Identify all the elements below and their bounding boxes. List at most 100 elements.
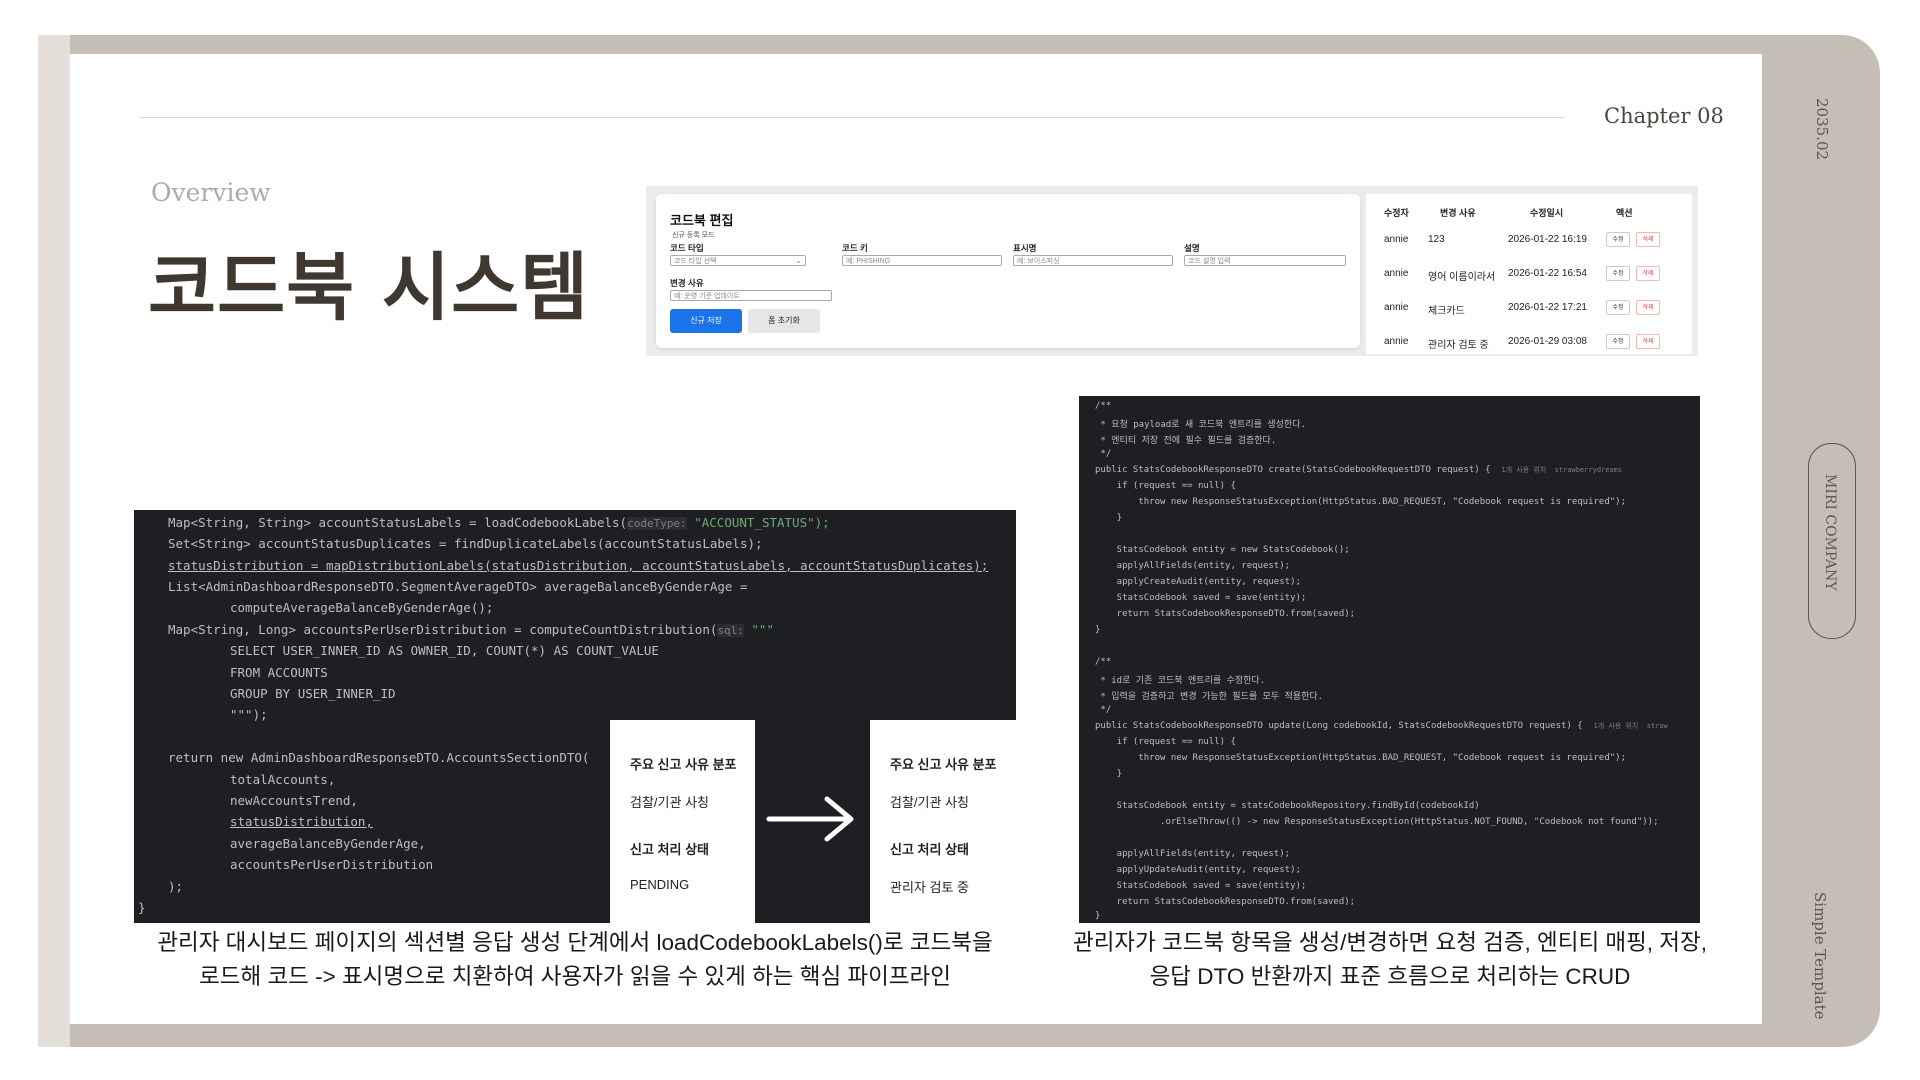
delete-button[interactable]: 삭제 xyxy=(1636,300,1660,315)
page-title: 코드북 시스템 xyxy=(148,245,590,331)
code-line: applyAllFields(entity, request); xyxy=(1095,849,1291,859)
code-line: } xyxy=(1095,769,1123,779)
code-line: StatsCodebook entity = new StatsCodebook… xyxy=(1095,545,1350,555)
code-line: public StatsCodebookResponseDTO create(S… xyxy=(1095,465,1622,475)
code-line: GROUP BY USER_INNER_ID xyxy=(230,686,396,701)
code-line: newAccountsTrend, xyxy=(230,793,358,808)
code-line: return StatsCodebookResponseDTO.from(sav… xyxy=(1095,609,1356,619)
row-reason: 관리자 검토 중 xyxy=(1428,340,1489,351)
panel-value-status: 관리자 검토 중 xyxy=(890,880,969,895)
right-caption-line-2: 응답 DTO 반환까지 표준 흐름으로 처리하는 CRUD xyxy=(1149,964,1631,989)
code-type-select[interactable]: 코드 타입 선택 ⌄ xyxy=(670,255,806,266)
code-line: Map<String, Long> accountsPerUserDistrib… xyxy=(168,622,774,637)
row-reason: 영어 이름이라서 xyxy=(1428,272,1496,283)
edit-button[interactable]: 수정 xyxy=(1606,334,1630,349)
row-date: 2026-01-22 17:21 xyxy=(1508,302,1587,313)
row-editor: annie xyxy=(1384,302,1409,313)
panel-value-reason: 검찰/기관 사칭 xyxy=(890,795,969,810)
code-type-value: 코드 타입 선택 xyxy=(674,258,717,265)
code-line: SELECT USER_INNER_ID AS OWNER_ID, COUNT(… xyxy=(230,643,659,658)
code-line: StatsCodebook entity = statsCodebookRepo… xyxy=(1095,801,1480,811)
column-header-action: 액션 xyxy=(1616,208,1633,218)
save-new-button[interactable]: 신규 저장 xyxy=(670,309,742,333)
code-line: statusDistribution = mapDistributionLabe… xyxy=(168,558,989,573)
delete-button[interactable]: 삭제 xyxy=(1636,266,1660,281)
code-line: * 엔티티 저장 전에 필수 필드를 검증한다. xyxy=(1095,436,1277,446)
code-line: """); xyxy=(230,707,268,722)
left-caption: 관리자 대시보드 페이지의 섹션별 응답 생성 단계에서 loadCodeboo… xyxy=(120,926,1030,994)
row-date: 2026-01-22 16:19 xyxy=(1508,234,1587,245)
table-row: annie 체크카드 2026-01-22 17:21 수정 삭제 xyxy=(1366,298,1692,322)
slide-frame-left-edge xyxy=(38,35,70,1047)
panel-value-status: PENDING xyxy=(630,877,690,892)
code-line: */ xyxy=(1095,449,1112,459)
field-label-code-key: 코드 키 xyxy=(842,243,868,253)
code-line: applyUpdateAudit(entity, request); xyxy=(1095,865,1301,875)
code-line: throw new ResponseStatusException(HttpSt… xyxy=(1095,753,1627,763)
arrow-right-icon xyxy=(766,796,854,842)
code-line: } xyxy=(1095,513,1123,523)
code-line: public StatsCodebookResponseDTO update(L… xyxy=(1095,721,1668,731)
code-string: """ xyxy=(751,622,774,637)
reset-form-button[interactable]: 폼 초기화 xyxy=(748,309,820,333)
code-line: if (request == null) { xyxy=(1095,481,1236,491)
editor-mode: 신규 등록 모드 xyxy=(672,232,715,239)
description-input[interactable]: 코드 설명 입력 xyxy=(1184,255,1346,266)
code-text: public StatsCodebookResponseDTO create(S… xyxy=(1095,465,1491,475)
code-line: averageBalanceByGenderAge, xyxy=(230,836,426,851)
code-line: if (request == null) { xyxy=(1095,737,1236,747)
code-line: * 요청 payload로 새 코드북 엔트리를 생성한다. xyxy=(1095,420,1306,430)
edit-button[interactable]: 수정 xyxy=(1606,266,1630,281)
codebook-editor-card: 코드북 편집 신규 등록 모드 코드 타입 코드 타입 선택 ⌄ 코드 키 예:… xyxy=(656,194,1360,348)
code-line: .orElseThrow(() -> new ResponseStatusExc… xyxy=(1095,817,1659,827)
code-line: * 입력을 검증하고 변경 가능한 필드를 모두 적용한다. xyxy=(1095,692,1324,702)
chevron-down-icon: ⌄ xyxy=(795,256,802,265)
code-line: return new AdminDashboardResponseDTO.Acc… xyxy=(168,750,590,765)
column-header-reason: 변경 사유 xyxy=(1440,208,1476,218)
header-divider xyxy=(140,117,1564,118)
code-line: ); xyxy=(168,879,184,894)
code-line: StatsCodebook saved = save(entity); xyxy=(1095,593,1307,603)
code-line: applyAllFields(entity, request); xyxy=(1095,561,1291,571)
code-key-input[interactable]: 예: PHISHING xyxy=(842,255,1002,266)
code-line: /** xyxy=(1095,657,1112,667)
code-line: } xyxy=(138,900,146,915)
code-line: computeAverageBalanceByGenderAge(); xyxy=(230,600,494,615)
panel-heading-reason: 주요 신고 사유 분포 xyxy=(890,757,997,772)
code-line: FROM ACCOUNTS xyxy=(230,665,328,680)
row-reason: 체크카드 xyxy=(1428,306,1465,317)
code-line: /** xyxy=(1095,401,1112,411)
codebook-history-table: 수정자 변경 사유 수정일시 액션 annie 123 2026-01-22 1… xyxy=(1366,194,1692,354)
code-text: Map<String, Long> accountsPerUserDistrib… xyxy=(168,622,718,637)
code-line: } xyxy=(1095,911,1101,921)
code-line: List<AdminDashboardResponseDTO.SegmentAv… xyxy=(168,579,748,594)
delete-button[interactable]: 삭제 xyxy=(1636,232,1660,247)
code-line: StatsCodebook saved = save(entity); xyxy=(1095,881,1307,891)
reason-input[interactable]: 예: 운영 기준 업데이트 xyxy=(670,290,832,301)
code-string: "ACCOUNT_STATUS"); xyxy=(694,515,830,530)
panel-heading-status: 신고 처리 상태 xyxy=(630,842,709,857)
editor-title: 코드북 편집 xyxy=(670,213,734,228)
code-line: statusDistribution, xyxy=(230,814,373,829)
table-row: annie 123 2026-01-22 16:19 수정 삭제 xyxy=(1366,230,1692,254)
code-text: Map<String, String> accountStatusLabels … xyxy=(168,515,628,530)
row-editor: annie xyxy=(1384,234,1409,245)
delete-button[interactable]: 삭제 xyxy=(1636,334,1660,349)
side-template: Simple Template xyxy=(1811,892,1829,1020)
column-header-editor: 수정자 xyxy=(1384,208,1409,218)
field-label-display-name: 표시명 xyxy=(1013,243,1037,253)
code-line: applyCreateAudit(entity, request); xyxy=(1095,577,1301,587)
side-company: MIRI COMPANY xyxy=(1822,474,1838,591)
after-panel: 주요 신고 사유 분포 검찰/기관 사칭 신고 처리 상태 관리자 검토 중 xyxy=(870,720,1016,924)
edit-button[interactable]: 수정 xyxy=(1606,300,1630,315)
display-name-input[interactable]: 예: 보이스피싱 xyxy=(1013,255,1173,266)
table-row: annie 관리자 검토 중 2026-01-29 03:08 수정 삭제 xyxy=(1366,332,1692,356)
column-header-date: 수정일시 xyxy=(1530,208,1564,218)
code-line: * id로 기존 코드북 엔트리를 수정한다. xyxy=(1095,676,1266,686)
chapter-label: Chapter 08 xyxy=(1604,104,1724,128)
edit-button[interactable]: 수정 xyxy=(1606,232,1630,247)
side-date: 2035.02 xyxy=(1813,98,1831,161)
code-line: } xyxy=(1095,625,1101,635)
code-line: Set<String> accountStatusDuplicates = fi… xyxy=(168,536,763,551)
row-date: 2026-01-22 16:54 xyxy=(1508,268,1587,279)
